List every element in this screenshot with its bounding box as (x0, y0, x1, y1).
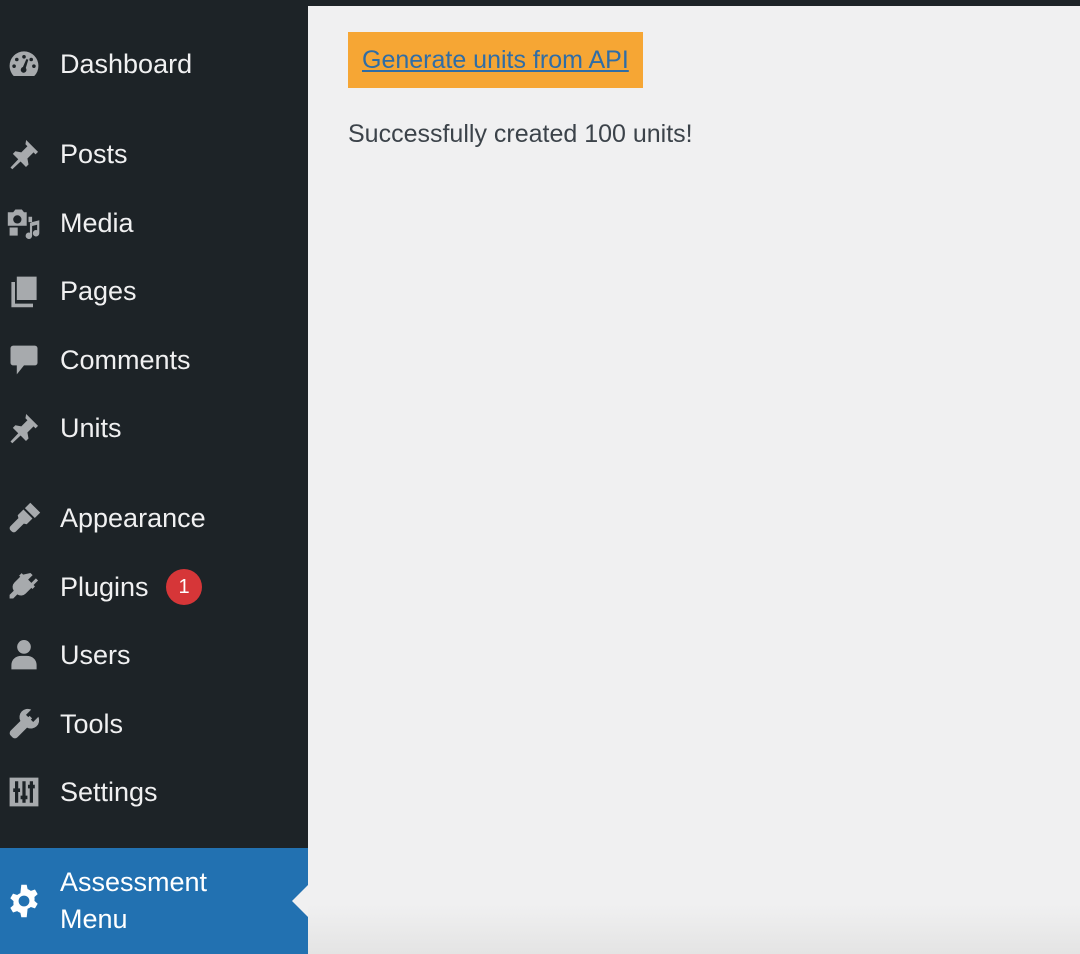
user-icon (6, 637, 42, 673)
sidebar-item-label: Units (60, 413, 122, 443)
sidebar-item-pages[interactable]: Pages (0, 263, 308, 319)
pin-icon (6, 136, 42, 172)
sliders-icon (6, 774, 42, 810)
sidebar-item-label: Plugins (60, 572, 149, 602)
plug-icon (6, 569, 42, 605)
sidebar-item-media[interactable]: Media (0, 195, 308, 251)
media-icon (6, 205, 42, 241)
sidebar-item-label: Assessment Menu (60, 867, 208, 934)
sidebar-item-label: Posts (60, 139, 128, 169)
sidebar-item-plugins[interactable]: Plugins 1 (0, 559, 308, 615)
sidebar-item-label: Users (60, 640, 131, 670)
sidebar-item-dashboard[interactable]: Dashboard (0, 36, 308, 92)
wrench-icon (6, 706, 42, 742)
pages-icon (6, 273, 42, 309)
sidebar-item-posts[interactable]: Posts (0, 126, 308, 182)
sidebar-item-assessment-menu[interactable]: Assessment Menu (0, 848, 308, 954)
sidebar-item-label: Appearance (60, 503, 206, 533)
comment-icon (6, 342, 42, 378)
gear-icon (6, 883, 42, 919)
current-menu-arrow (292, 885, 308, 917)
content-bottom-shadow (308, 904, 1080, 954)
sidebar-item-label: Media (60, 208, 134, 238)
admin-page: Dashboard Posts Media Pages Comments Uni… (0, 0, 1080, 954)
dashboard-icon (6, 46, 42, 82)
main-content: Generate units from API Successfully cre… (308, 6, 1080, 954)
admin-sidebar: Dashboard Posts Media Pages Comments Uni… (0, 0, 308, 954)
paintbrush-icon (6, 500, 42, 536)
sidebar-item-label: Pages (60, 276, 137, 306)
sidebar-item-comments[interactable]: Comments (0, 332, 308, 388)
generate-units-button[interactable]: Generate units from API (348, 32, 643, 88)
sidebar-item-tools[interactable]: Tools (0, 696, 308, 752)
plugin-update-count-badge: 1 (166, 569, 202, 605)
sidebar-item-appearance[interactable]: Appearance (0, 490, 308, 546)
sidebar-item-users[interactable]: Users (0, 627, 308, 683)
sidebar-item-label: Tools (60, 709, 124, 739)
sidebar-item-settings[interactable]: Settings (0, 764, 308, 820)
sidebar-item-label: Comments (60, 345, 191, 375)
sidebar-item-units[interactable]: Units (0, 400, 308, 456)
sidebar-item-label: Settings (60, 777, 158, 807)
success-message: Successfully created 100 units! (348, 120, 693, 148)
sidebar-item-label: Dashboard (60, 49, 193, 79)
pin-icon (6, 410, 42, 446)
